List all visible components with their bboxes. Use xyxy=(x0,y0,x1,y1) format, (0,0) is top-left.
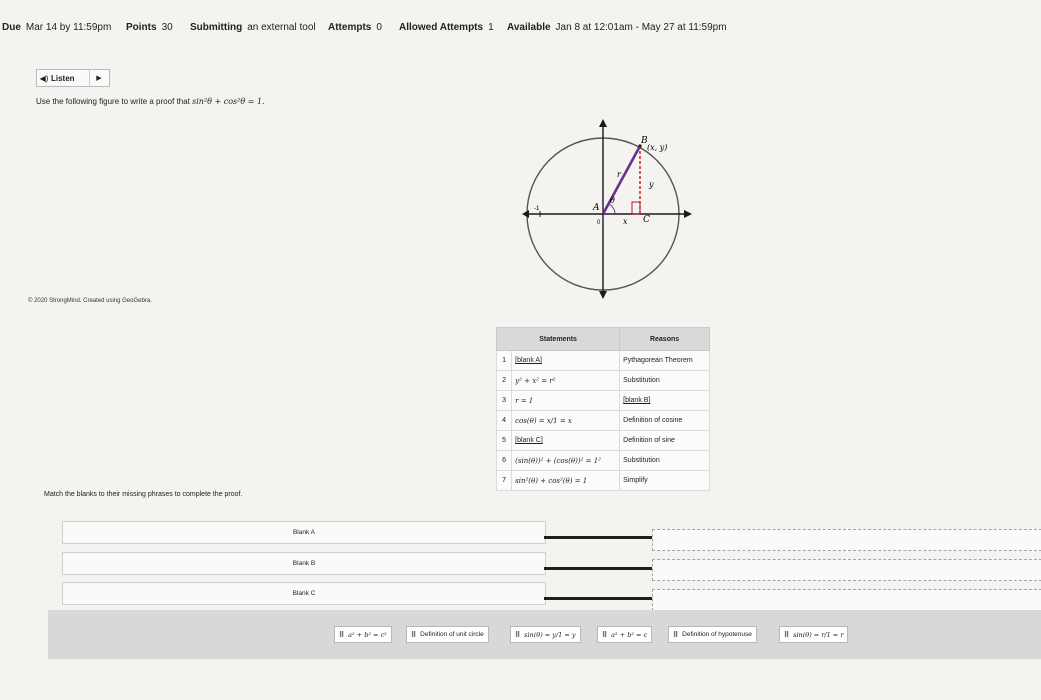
prompt-formula: sin²θ + cos²θ = 1. xyxy=(192,97,265,106)
blank-a-drop-zone[interactable] xyxy=(652,529,1041,551)
label-coordinates: (x, y) xyxy=(647,143,667,152)
blank-c-box: Blank C xyxy=(62,582,546,605)
blank-b-label: Blank B xyxy=(292,560,316,567)
label-y: y xyxy=(648,180,654,189)
submitting-type: Submitting an external tool xyxy=(190,22,316,33)
blank-c-connector xyxy=(544,597,652,600)
drag-handle-icon[interactable]: ⠿ xyxy=(602,631,607,639)
blank-b-drop-zone[interactable] xyxy=(652,559,1041,581)
y-axis-up-arrow-icon xyxy=(599,119,607,127)
label-x: x xyxy=(623,217,628,226)
speaker-icon: ◀) xyxy=(39,73,49,83)
label-c: C xyxy=(643,215,650,225)
answer-chip[interactable]: ⠿ Definition of unit circle xyxy=(406,626,489,643)
proof-row: 6 (sin(θ))² + (cos(θ))² = 1² Substitutio… xyxy=(495,450,710,471)
unit-circle-figure: B (x, y) A C r y x θ 0 -1 xyxy=(522,119,692,299)
answer-chip[interactable]: ⠿ sin(θ) = r/1 = r xyxy=(779,626,849,643)
blank-c-drop-zone[interactable] xyxy=(652,589,1041,611)
proof-row: 5 [blank C] Definition of sine xyxy=(495,430,710,451)
assignment-details-bar: Due Mar 14 by 11:59pm Points 30 Submitting… xyxy=(0,22,1041,40)
y-axis-down-arrow-icon xyxy=(599,291,607,299)
blank-b-connector xyxy=(544,567,652,570)
drag-handle-icon[interactable]: ⠿ xyxy=(339,631,344,639)
drag-handle-icon[interactable]: ⠿ xyxy=(411,631,416,639)
radius-segment-r xyxy=(601,145,642,215)
proof-row: 2 y² + x² = r² Substitution xyxy=(495,370,710,391)
drag-handle-icon[interactable]: ⠿ xyxy=(784,631,789,639)
attempts: Attempts 0 xyxy=(328,22,382,33)
listen-button[interactable]: ◀) Listen ▶ xyxy=(36,69,110,87)
drag-handle-icon[interactable]: ⠿ xyxy=(515,631,520,639)
header-reasons: Reasons xyxy=(619,327,710,351)
answer-chip[interactable]: ⠿ a² + b² = c xyxy=(597,626,653,643)
label-origin: 0 xyxy=(597,220,601,226)
blank-b-reason: [blank B] xyxy=(619,390,710,411)
figure-copyright: © 2020 StrongMind. Created using GeoGebr… xyxy=(28,298,152,304)
proof-row: 4 cos(θ) = x/1 = x Definition of cosine xyxy=(495,410,710,431)
label-r: r xyxy=(617,170,622,179)
answer-chip[interactable]: ⠿ sin(θ) = y/1 = y xyxy=(510,626,581,643)
label-neg-one: -1 xyxy=(534,206,540,212)
blank-a-connector xyxy=(544,536,652,539)
label-theta: θ xyxy=(610,196,615,205)
proof-row: 7 sin²(θ) + cos²(θ) = 1 Simplify xyxy=(495,470,710,491)
proof-table: Statements Reasons 1 [blank A] Pythagore… xyxy=(495,327,710,491)
blank-c-statement: [blank C] xyxy=(511,430,621,451)
availability: Available Jan 8 at 12:01am - May 27 at 11… xyxy=(507,22,727,33)
drag-handle-icon[interactable]: ⠿ xyxy=(673,631,678,639)
proof-row: 3 r = 1 [blank B] xyxy=(495,390,710,411)
header-statements: Statements xyxy=(495,327,621,351)
answer-chip[interactable]: ⠿ a² + b² = c² xyxy=(334,626,392,643)
x-axis-left-arrow-icon xyxy=(522,210,529,218)
theta-arc xyxy=(608,203,616,215)
blank-a-statement: [blank A] xyxy=(511,350,621,371)
answer-bank: ⠿ a² + b² = c² ⠿ Definition of unit circle… xyxy=(48,610,1041,659)
x-axis-right-arrow-icon xyxy=(684,210,692,218)
blank-a-box: Blank A xyxy=(62,521,546,544)
blank-b-box: Blank B xyxy=(62,552,546,575)
due-date: Due Mar 14 by 11:59pm xyxy=(2,22,112,33)
allowed-attempts: Allowed Attempts 1 xyxy=(399,22,494,33)
question-prompt: Use the following figure to write a proo… xyxy=(36,97,265,106)
right-angle-marker xyxy=(631,201,641,215)
proof-row: 1 [blank A] Pythagorean Theorem xyxy=(495,350,710,371)
blank-a-label: Blank A xyxy=(292,529,316,536)
play-icon[interactable]: ▶ xyxy=(89,70,108,86)
label-a: A xyxy=(592,203,600,213)
blank-c-label: Blank C xyxy=(292,590,316,597)
answer-chip[interactable]: ⠿ Definition of hypotenuse xyxy=(668,626,757,643)
matching-instruction: Match the blanks to their missing phrase… xyxy=(44,491,243,498)
listen-label: Listen xyxy=(51,73,75,83)
points: Points 30 xyxy=(126,22,173,33)
